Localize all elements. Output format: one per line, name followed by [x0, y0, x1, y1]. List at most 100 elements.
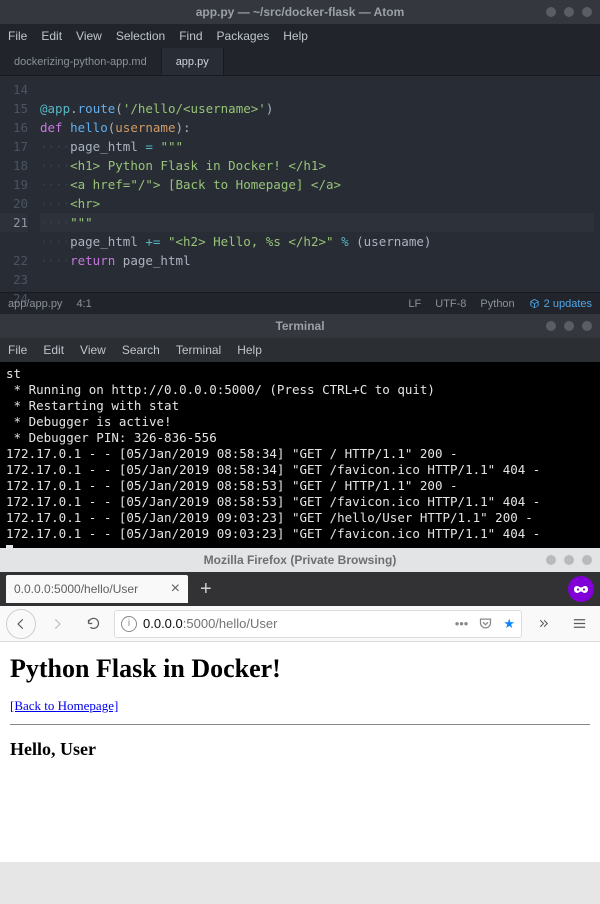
- code-line: ····<hr>: [40, 196, 100, 211]
- menu-selection[interactable]: Selection: [116, 29, 165, 43]
- code-line: [40, 82, 48, 97]
- status-encoding[interactable]: UTF-8: [435, 298, 466, 310]
- page-content: Python Flask in Docker! [Back to Homepag…: [0, 642, 600, 862]
- arrow-right-icon: [50, 617, 64, 631]
- reload-button[interactable]: [78, 609, 108, 639]
- forward-button[interactable]: [42, 609, 72, 639]
- tab-dockerizing[interactable]: dockerizing-python-app.md: [0, 48, 162, 75]
- line-number: 20: [13, 196, 28, 211]
- status-eol[interactable]: LF: [408, 298, 421, 310]
- arrow-left-icon: [14, 617, 28, 631]
- bookmark-star-icon[interactable]: ★: [503, 616, 515, 632]
- minimize-icon[interactable]: [546, 7, 556, 17]
- url-path: :5000/hello/User: [183, 616, 278, 631]
- window-controls[interactable]: [546, 555, 592, 565]
- chevrons-right-icon: [537, 617, 550, 630]
- firefox-title: Mozilla Firefox (Private Browsing): [204, 553, 397, 567]
- firefox-tabbar: 0.0.0.0:5000/hello/User × +: [0, 572, 600, 606]
- url-bar[interactable]: i 0.0.0.0:5000/hello/User ••• ★: [114, 610, 522, 638]
- menu-view[interactable]: View: [76, 29, 102, 43]
- status-updates[interactable]: 2 updates: [529, 298, 592, 310]
- firefox-window: Mozilla Firefox (Private Browsing) 0.0.0…: [0, 548, 600, 862]
- window-controls[interactable]: [546, 7, 592, 17]
- page-subheading: Hello, User: [10, 739, 590, 760]
- page-heading: Python Flask in Docker!: [10, 654, 590, 684]
- menu-find[interactable]: Find: [179, 29, 202, 43]
- line-gutter: 1415161718192021222324: [0, 76, 34, 292]
- menu-terminal[interactable]: Terminal: [176, 343, 221, 357]
- tab-label: 0.0.0.0:5000/hello/User: [14, 582, 138, 596]
- atom-title: app.py — ~/src/docker-flask — Atom: [196, 5, 405, 19]
- atom-titlebar: app.py — ~/src/docker-flask — Atom: [0, 0, 600, 24]
- updates-label: 2 updates: [544, 298, 592, 310]
- firefox-titlebar: Mozilla Firefox (Private Browsing): [0, 548, 600, 572]
- window-controls[interactable]: [546, 321, 592, 331]
- menu-help[interactable]: Help: [283, 29, 308, 43]
- code-line: ····<h1> Python Flask in Docker! </h1>: [40, 158, 326, 173]
- back-button[interactable]: [6, 609, 36, 639]
- page-actions-icon[interactable]: •••: [455, 616, 469, 631]
- close-icon[interactable]: [582, 555, 592, 565]
- status-path: app/app.py: [8, 298, 62, 310]
- minimize-icon[interactable]: [546, 555, 556, 565]
- menu-help[interactable]: Help: [237, 343, 262, 357]
- line-number: 17: [13, 139, 28, 154]
- atom-window: app.py — ~/src/docker-flask — Atom File …: [0, 0, 600, 314]
- minimize-icon[interactable]: [546, 321, 556, 331]
- menu-packages[interactable]: Packages: [217, 29, 270, 43]
- code-area[interactable]: @app.route('/hello/<username>') def hell…: [34, 76, 600, 292]
- code-line: ····<a href="/"> [Back to Homepage] </a>: [40, 177, 341, 192]
- new-tab-button[interactable]: +: [192, 578, 220, 601]
- terminal-window: Terminal File Edit View Search Terminal …: [0, 314, 600, 548]
- close-icon[interactable]: [582, 321, 592, 331]
- menu-file[interactable]: File: [8, 343, 27, 357]
- menu-file[interactable]: File: [8, 29, 27, 43]
- status-cursor: 4:1: [76, 298, 91, 310]
- divider: [10, 724, 590, 725]
- line-number: 22: [13, 253, 28, 268]
- atom-statusbar: app/app.py 4:1 LF UTF-8 Python 2 updates: [0, 292, 600, 314]
- url-host: 0.0.0.0: [143, 616, 183, 631]
- code-line: @app.route('/hello/<username>'): [40, 101, 273, 116]
- status-language[interactable]: Python: [480, 298, 514, 310]
- maximize-icon[interactable]: [564, 555, 574, 565]
- code-line: ····""": [40, 213, 594, 232]
- maximize-icon[interactable]: [564, 7, 574, 17]
- terminal-menubar: File Edit View Search Terminal Help: [0, 338, 600, 362]
- atom-menubar: File Edit View Selection Find Packages H…: [0, 24, 600, 48]
- atom-editor[interactable]: 1415161718192021222324 @app.route('/hell…: [0, 76, 600, 292]
- tab-label: dockerizing-python-app.md: [14, 56, 147, 68]
- code-line: ····page_html += "<h2> Hello, %s </h2>" …: [40, 234, 431, 249]
- tab-close-icon[interactable]: ×: [171, 581, 180, 597]
- menu-icon: [572, 616, 587, 631]
- menu-view[interactable]: View: [80, 343, 106, 357]
- code-line: ····return page_html: [40, 253, 191, 268]
- pocket-icon[interactable]: [478, 616, 493, 631]
- private-mode-icon: [568, 576, 594, 602]
- reload-icon: [86, 616, 101, 631]
- menu-edit[interactable]: Edit: [41, 29, 62, 43]
- line-number: 16: [13, 120, 28, 135]
- info-icon[interactable]: i: [121, 616, 137, 632]
- terminal-titlebar: Terminal: [0, 314, 600, 338]
- code-line: ····page_html = """: [40, 139, 183, 154]
- maximize-icon[interactable]: [564, 321, 574, 331]
- line-number: 14: [13, 82, 28, 97]
- close-icon[interactable]: [582, 7, 592, 17]
- line-number: 19: [13, 177, 28, 192]
- code-line: [40, 272, 48, 287]
- terminal-body[interactable]: st * Running on http://0.0.0.0:5000/ (Pr…: [0, 362, 600, 548]
- hamburger-menu-button[interactable]: [564, 609, 594, 639]
- browser-tab[interactable]: 0.0.0.0:5000/hello/User ×: [6, 575, 188, 603]
- back-to-homepage-link[interactable]: [Back to Homepage]: [10, 698, 118, 713]
- overflow-button[interactable]: [528, 609, 558, 639]
- terminal-title: Terminal: [275, 319, 324, 333]
- line-number: 15: [13, 101, 28, 116]
- tab-app-py[interactable]: app.py: [162, 48, 224, 75]
- tab-label: app.py: [176, 56, 209, 68]
- line-number: 23: [13, 272, 28, 287]
- menu-edit[interactable]: Edit: [43, 343, 64, 357]
- menu-search[interactable]: Search: [122, 343, 160, 357]
- package-icon: [529, 298, 540, 309]
- line-number: 21: [0, 213, 28, 232]
